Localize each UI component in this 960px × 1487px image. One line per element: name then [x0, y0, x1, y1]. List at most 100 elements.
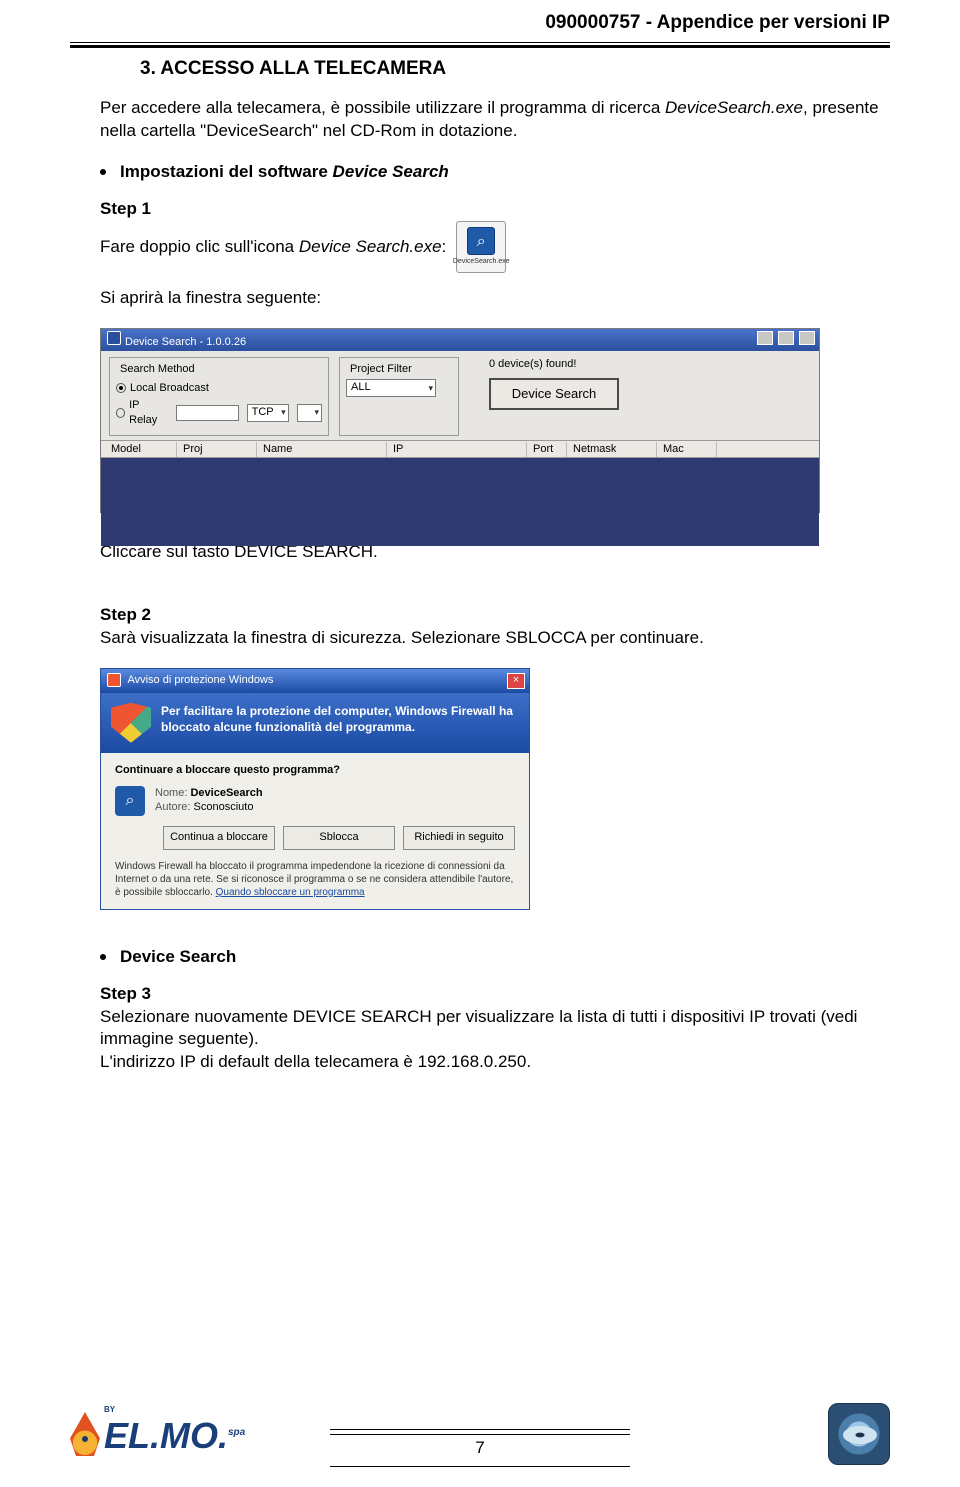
firewall-alert-banner: Per facilitare la protezione del compute…	[101, 693, 529, 753]
shield-small-icon	[107, 673, 121, 687]
firewall-program-info: ⌕ Nome: DeviceSearch Autore: Sconosciuto	[115, 786, 515, 816]
ip-relay-input[interactable]	[176, 405, 239, 421]
device-search-window: Device Search - 1.0.0.26 Search Method L…	[100, 328, 820, 513]
window-title: Device Search - 1.0.0.26	[125, 336, 246, 348]
col-model: Model	[105, 442, 177, 457]
bullet-device-search: Device Search	[100, 946, 890, 969]
rule-thick	[70, 45, 890, 48]
step1-line: Fare doppio clic sull'icona Device Searc…	[100, 221, 890, 273]
firewall-alert-text: Per facilitare la protezione del compute…	[161, 703, 519, 743]
header-document-id: 090000757 - Appendice per versioni IP	[0, 0, 960, 40]
intro-paragraph: Per accedere alla telecamera, è possibil…	[100, 97, 890, 143]
app-icon	[107, 331, 121, 345]
ds-right-col: 0 device(s) found! Device Search	[469, 357, 811, 436]
radio-local-broadcast[interactable]: Local Broadcast	[116, 381, 322, 396]
bullet-icon	[100, 954, 106, 960]
col-mac: Mac	[657, 442, 717, 457]
bullet-label: Impostazioni del software Device Search	[120, 161, 449, 184]
firewall-note-link[interactable]: Quando sbloccare un programma	[216, 887, 365, 898]
name-label: Nome:	[155, 787, 187, 799]
project-filter-legend: Project Filter	[348, 362, 414, 377]
bullet-ital: Device Search	[333, 162, 449, 181]
minimize-button[interactable]	[757, 331, 773, 345]
radio-dot-icon	[116, 383, 126, 393]
eye-icon	[828, 1403, 890, 1465]
devices-found-text: 0 device(s) found!	[489, 357, 576, 372]
project-filter-fieldset: Project Filter ALL	[339, 357, 459, 436]
page-footer: BY EL.MO.spa 7	[70, 1403, 890, 1465]
step3-line2: L'indirizzo IP di default della telecame…	[100, 1051, 890, 1074]
name-value: DeviceSearch	[190, 787, 262, 799]
firewall-question: Continuare a bloccare questo programma?	[115, 763, 515, 778]
radio-local-label: Local Broadcast	[130, 381, 209, 396]
radio-iprelay-label: IP Relay	[129, 398, 166, 428]
exe-caption: DeviceSearch.exe	[453, 257, 510, 266]
col-netmask: Netmask	[567, 442, 657, 457]
firewall-dialog: Avviso di protezione Windows × Per facil…	[100, 668, 530, 910]
col-ip: IP	[387, 442, 527, 457]
devicesearch-exe-icon[interactable]: ⌕ DeviceSearch.exe	[456, 221, 506, 273]
step2-text: Sarà visualizzata la finestra di sicurez…	[100, 627, 890, 650]
close-button[interactable]: ×	[507, 673, 525, 689]
window-titlebar: Device Search - 1.0.0.26	[101, 329, 819, 351]
window-buttons	[755, 331, 815, 350]
col-port: Port	[527, 442, 567, 457]
step1-label: Step 1	[100, 198, 890, 221]
bullet-icon	[100, 169, 106, 175]
logo-spa: spa	[228, 1427, 245, 1438]
step3-label: Step 3	[100, 983, 890, 1006]
section-title: 3. ACCESSO ALLA TELECAMERA	[140, 56, 960, 82]
close-button[interactable]	[799, 331, 815, 345]
project-filter-select[interactable]: ALL	[346, 379, 436, 397]
flame-icon	[70, 1412, 100, 1456]
unblock-button[interactable]: Sblocca	[283, 826, 395, 850]
shield-icon	[111, 703, 151, 743]
step1-text-c: :	[442, 237, 447, 256]
results-list[interactable]	[101, 458, 819, 546]
firewall-body: Continuare a bloccare questo programma? …	[101, 753, 529, 909]
continue-block-button[interactable]: Continua a bloccare	[163, 826, 275, 850]
ds-top-row: Search Method Local Broadcast IP Relay T…	[101, 351, 819, 440]
step1-text-b: Device Search.exe	[299, 237, 442, 256]
titlebar-left: Device Search - 1.0.0.26	[107, 331, 246, 350]
firewall-title: Avviso di protezione Windows	[127, 674, 273, 686]
ask-later-button[interactable]: Richiedi in seguito	[403, 826, 515, 850]
step2-label: Step 2	[100, 604, 890, 627]
radio-ip-relay[interactable]: IP Relay TCP	[116, 398, 322, 428]
rule-thin	[70, 42, 890, 43]
magnifier-icon: ⌕	[467, 227, 495, 255]
body-area: Per accedere alla telecamera, è possibil…	[0, 97, 960, 1074]
step3-text: Selezionare nuovamente DEVICE SEARCH per…	[100, 1006, 890, 1052]
col-name: Name	[257, 442, 387, 457]
intro-text-a: Per accedere alla telecamera, è possibil…	[100, 98, 665, 117]
step1-text-wrap: Fare doppio clic sull'icona Device Searc…	[100, 236, 446, 259]
bullet-text: Impostazioni del software	[120, 162, 333, 181]
logo-text: BY EL.MO.spa	[104, 1408, 245, 1461]
logo-main: EL.MO.	[104, 1415, 228, 1456]
bullet2-label: Device Search	[120, 946, 236, 969]
col-proj: Proj	[177, 442, 257, 457]
search-method-legend: Search Method	[118, 362, 197, 377]
program-icon: ⌕	[115, 786, 145, 816]
bullet-impostazioni: Impostazioni del software Device Search	[100, 161, 890, 184]
firewall-note: Windows Firewall ha bloccato il programm…	[115, 860, 515, 899]
maximize-button[interactable]	[778, 331, 794, 345]
step1-text-a: Fare doppio clic sull'icona	[100, 237, 299, 256]
elmo-logo: BY EL.MO.spa	[70, 1408, 245, 1461]
intro-text-b: DeviceSearch.exe	[665, 98, 803, 117]
results-header: Model Proj Name IP Port Netmask Mac	[101, 440, 819, 458]
firewall-buttons: Continua a bloccare Sblocca Richiedi in …	[115, 826, 515, 850]
after-icon-text: Si aprirà la finestra seguente:	[100, 287, 890, 310]
protocol-select[interactable]: TCP	[247, 404, 289, 422]
radio-dot-icon	[116, 408, 125, 418]
search-method-fieldset: Search Method Local Broadcast IP Relay T…	[109, 357, 329, 436]
protocol-select-2[interactable]	[297, 404, 322, 422]
device-search-button[interactable]: Device Search	[489, 378, 619, 410]
logo-by: BY	[104, 1408, 245, 1412]
page-number: 7	[330, 1429, 630, 1467]
firewall-titlebar: Avviso di protezione Windows ×	[101, 669, 529, 693]
author-label: Autore:	[155, 801, 190, 813]
program-details: Nome: DeviceSearch Autore: Sconosciuto	[155, 786, 263, 816]
firewall-titlebar-left: Avviso di protezione Windows	[107, 673, 273, 688]
author-value: Sconosciuto	[194, 801, 254, 813]
